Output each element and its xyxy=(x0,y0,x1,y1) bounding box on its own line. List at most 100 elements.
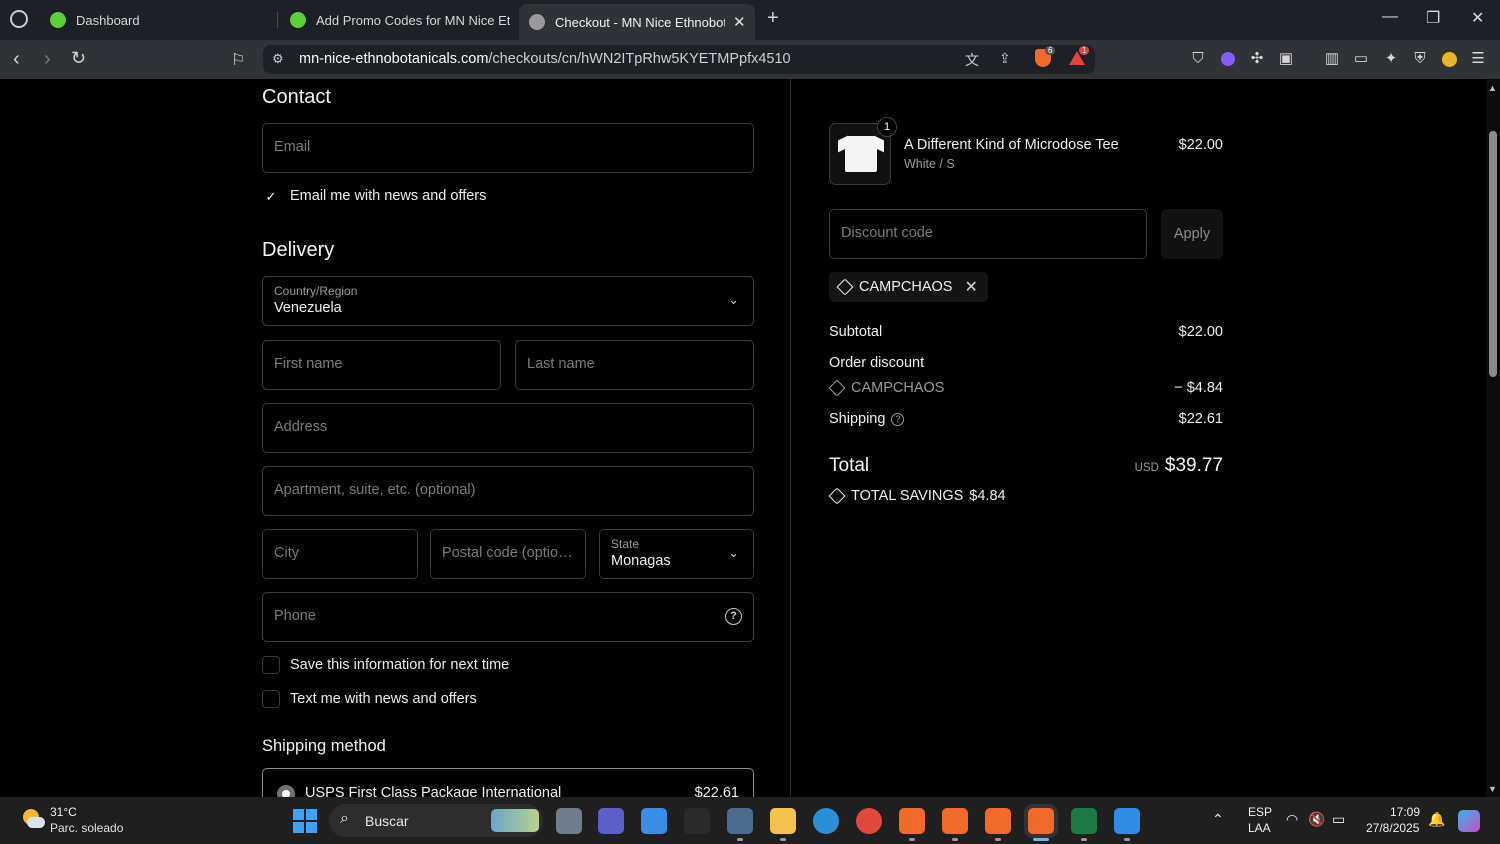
app-icon[interactable] xyxy=(684,808,710,834)
bat-coin-icon[interactable] xyxy=(1439,49,1459,69)
reload-icon[interactable]: ↻ xyxy=(71,48,86,69)
shipping-row: Shipping? $22.61 xyxy=(829,411,1223,427)
shields-count-badge: 6 xyxy=(1045,46,1056,55)
applied-discount-chip: CAMPCHAOS ✕ xyxy=(829,272,988,302)
scroll-up-icon[interactable]: ▲ xyxy=(1488,83,1497,93)
brave-beta-icon[interactable] xyxy=(942,808,968,834)
help-icon[interactable]: ? xyxy=(725,608,742,625)
brave-active-icon[interactable] xyxy=(1028,808,1054,834)
postal-placeholder: Postal code (optional) xyxy=(442,545,576,561)
privacy-icon[interactable]: ⛨ xyxy=(1410,49,1430,69)
site-settings-icon[interactable]: ⚙ xyxy=(272,51,284,67)
phone-placeholder: Phone xyxy=(274,608,316,624)
total-value: $39.77 xyxy=(1164,455,1223,476)
product-price: $22.00 xyxy=(1178,137,1223,153)
close-window-icon[interactable]: ✕ xyxy=(1471,8,1484,28)
shipping-option-price: $22.61 xyxy=(694,785,739,797)
text-news-checkbox[interactable] xyxy=(262,690,280,708)
volume-muted-icon[interactable]: 🔇 xyxy=(1308,811,1325,828)
tab-menu-icon[interactable] xyxy=(10,10,28,28)
calculator-icon[interactable] xyxy=(727,808,753,834)
close-tab-icon[interactable]: ✕ xyxy=(733,13,746,31)
city-field[interactable]: City xyxy=(262,529,418,579)
bookmark-icon[interactable]: ⚐ xyxy=(231,50,245,70)
text-news-checkbox-row[interactable]: Text me with news and offers xyxy=(262,690,477,708)
tab-promo-codes[interactable]: Add Promo Codes for MN Nice Ethnobotanic… xyxy=(280,6,510,34)
teams-icon[interactable] xyxy=(598,808,624,834)
clock-date[interactable]: 27/8/2025 xyxy=(1366,821,1419,835)
applied-code: CAMPCHAOS xyxy=(859,279,953,295)
shipping-radio[interactable] xyxy=(277,785,295,797)
menu-icon[interactable]: ☰ xyxy=(1468,49,1488,69)
tab-separator xyxy=(277,12,278,28)
state-select[interactable]: State Monagas ⌄ xyxy=(599,529,754,579)
store-icon[interactable] xyxy=(641,808,667,834)
wifi-icon[interactable]: ◠ xyxy=(1286,811,1298,828)
wallet-icon[interactable]: ▭ xyxy=(1351,49,1371,69)
apply-button[interactable]: Apply xyxy=(1161,209,1223,259)
translate-icon[interactable]: 文 xyxy=(965,50,979,70)
shipping-option[interactable]: USPS First Class Package International $… xyxy=(262,768,754,797)
tab-checkout[interactable]: Checkout - MN Nice Ethnobotanicals ✕ xyxy=(519,4,755,40)
save-info-checkbox[interactable] xyxy=(262,656,280,674)
brave-icon[interactable] xyxy=(899,808,925,834)
weather-temp[interactable]: 31°C xyxy=(50,805,77,819)
forward-icon[interactable]: › xyxy=(44,48,51,71)
email-field[interactable]: Email xyxy=(262,123,754,173)
save-info-checkbox-row[interactable]: Save this information for next time xyxy=(262,656,509,674)
apartment-field[interactable]: Apartment, suite, etc. (optional) xyxy=(262,466,754,516)
excel-icon[interactable] xyxy=(1071,808,1097,834)
battery-icon[interactable]: ▭ xyxy=(1332,811,1345,828)
share-icon[interactable]: ⇪ xyxy=(999,50,1011,67)
taskbar-search[interactable]: ⌕ Buscar xyxy=(329,804,543,837)
remove-discount-icon[interactable]: ✕ xyxy=(964,277,977,297)
leo-ai-icon[interactable] xyxy=(1218,49,1238,69)
show-hidden-icons-icon[interactable]: ⌃ xyxy=(1212,811,1224,828)
file-explorer-icon[interactable] xyxy=(770,808,796,834)
last-name-placeholder: Last name xyxy=(527,356,595,372)
language-top[interactable]: ESP xyxy=(1248,805,1272,819)
snipping-tool-icon[interactable] xyxy=(1114,808,1140,834)
address-bar[interactable]: ⚙ mn-nice-ethnobotanicals.com/checkouts/… xyxy=(263,45,1095,74)
shipping-info-icon[interactable]: ? xyxy=(891,413,905,426)
total-label: Total xyxy=(829,455,870,476)
running-indicator xyxy=(1081,838,1087,841)
weather-icon[interactable] xyxy=(21,809,45,829)
restore-icon[interactable]: ❐ xyxy=(1426,8,1440,28)
country-select[interactable]: Country/Region Venezuela ⌄ xyxy=(262,276,754,326)
tag-icon xyxy=(829,382,843,394)
last-name-field[interactable]: Last name xyxy=(515,340,754,390)
clock-time[interactable]: 17:09 xyxy=(1390,805,1420,819)
scrollbar-thumb[interactable] xyxy=(1489,131,1497,377)
postal-code-field[interactable]: Postal code (optional) xyxy=(430,529,586,579)
extensions-icon[interactable]: ✣ xyxy=(1247,49,1267,69)
email-news-checkbox-row[interactable]: ✓ Email me with news and offers xyxy=(262,187,487,205)
language-bottom[interactable]: LAA xyxy=(1248,821,1271,835)
notifications-icon[interactable]: 🔔 xyxy=(1428,811,1445,828)
tab-dashboard[interactable]: Dashboard xyxy=(40,6,270,34)
order-discount-row: Order discount xyxy=(829,355,1223,371)
sidebar-toggle-icon[interactable]: ▥ xyxy=(1322,49,1342,69)
reader-mode-icon[interactable]: ▣ xyxy=(1276,49,1296,69)
minimize-icon[interactable]: — xyxy=(1382,8,1398,26)
scroll-down-icon[interactable]: ▼ xyxy=(1488,784,1497,794)
discount-code-input[interactable]: Discount code xyxy=(829,209,1147,259)
first-name-field[interactable]: First name xyxy=(262,340,501,390)
sparkle-icon[interactable]: ✦ xyxy=(1381,49,1401,69)
email-news-checkbox[interactable]: ✓ xyxy=(262,187,280,205)
new-tab-icon[interactable]: + xyxy=(767,7,779,30)
vpn-shield-icon[interactable]: ⛉ xyxy=(1188,49,1208,69)
phone-field[interactable]: Phone ? xyxy=(262,592,754,642)
weather-desc[interactable]: Parc. soleado xyxy=(50,821,123,835)
copilot-icon[interactable] xyxy=(1458,810,1480,832)
edge-icon[interactable] xyxy=(813,808,839,834)
start-icon[interactable] xyxy=(293,809,317,833)
task-view-icon[interactable] xyxy=(556,808,582,834)
total-savings: TOTAL SAVINGS $4.84 xyxy=(829,488,1006,504)
brave-nightly-icon[interactable] xyxy=(985,808,1011,834)
state-label: State xyxy=(611,537,640,551)
address-field[interactable]: Address xyxy=(262,403,754,453)
country-label: Country/Region xyxy=(274,284,358,298)
chrome-icon[interactable] xyxy=(856,808,882,834)
back-icon[interactable]: ‹ xyxy=(13,48,20,71)
